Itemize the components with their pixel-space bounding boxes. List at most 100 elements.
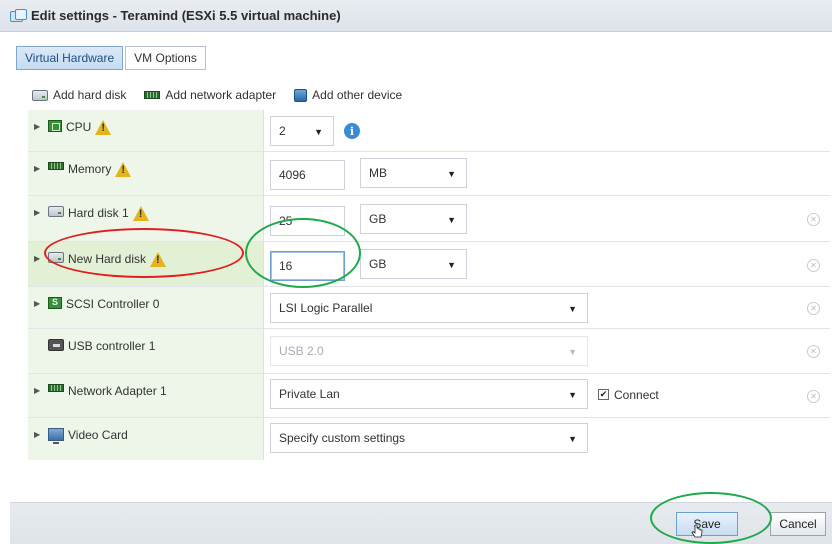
add-network-adapter-label: Add network adapter <box>165 88 277 102</box>
warning-icon <box>132 206 150 221</box>
chevron-down-icon: ▼ <box>568 434 577 444</box>
hardware-row-video-card: ▶ Video Card Specify custom settings ▼ <box>28 418 830 460</box>
row-label-scsi-controller[interactable]: ▶ SCSI Controller 0 <box>28 287 264 328</box>
network-adapter-icon <box>48 384 64 392</box>
chevron-down-icon: ▼ <box>447 260 456 270</box>
new-hard-disk-size: 16 <box>279 259 293 273</box>
add-other-device-button[interactable]: Add other device <box>294 88 402 102</box>
hard-disk-1-size: 25 <box>279 214 293 228</box>
new-hard-disk-size-input[interactable]: 16 <box>270 251 345 281</box>
hard-disk-1-unit: GB <box>369 212 387 226</box>
chevron-down-icon: ▼ <box>447 169 456 179</box>
video-card-label: Video Card <box>68 428 128 442</box>
hardware-row-usb-controller: USB controller 1 USB 2.0 ▼ ✕ <box>28 329 830 374</box>
scsi-controller-icon <box>48 297 62 309</box>
network-value: Private Lan <box>279 387 340 401</box>
hard-disk-1-unit-select[interactable]: GB ▼ <box>360 204 467 234</box>
hard-disk-1-size-input[interactable]: 25 <box>270 206 345 236</box>
expand-arrow-icon[interactable]: ▶ <box>34 162 44 176</box>
usb-controller-type-select: USB 2.0 ▼ <box>270 336 588 366</box>
expand-arrow-icon[interactable]: ▶ <box>34 120 44 134</box>
tab-virtual-hardware[interactable]: Virtual Hardware <box>16 46 124 70</box>
expand-arrow-icon[interactable]: ▶ <box>34 384 44 398</box>
info-icon[interactable]: i <box>344 123 360 139</box>
scsi-controller-label: SCSI Controller 0 <box>66 297 160 311</box>
hard-disk-icon <box>48 252 64 263</box>
add-hard-disk-button[interactable]: Add hard disk <box>32 88 126 102</box>
virtual-machine-icon <box>10 8 27 23</box>
device-toolbar: Add hard disk Add network adapter Add ot… <box>32 88 402 102</box>
chevron-down-icon: ▼ <box>568 390 577 400</box>
row-label-hard-disk-1[interactable]: ▶ Hard disk 1 <box>28 196 264 241</box>
remove-device-icon[interactable]: ✕ <box>807 213 820 226</box>
hard-disk-icon <box>32 89 48 101</box>
chevron-down-icon: ▼ <box>568 347 577 357</box>
network-select[interactable]: Private Lan ▼ <box>270 379 588 409</box>
chevron-down-icon: ▼ <box>314 127 323 137</box>
row-label-network-adapter[interactable]: ▶ Network Adapter 1 <box>28 374 264 417</box>
memory-value: 4096 <box>279 168 306 182</box>
network-adapter-icon <box>144 91 161 99</box>
remove-device-icon[interactable]: ✕ <box>807 302 820 315</box>
chevron-down-icon: ▼ <box>568 304 577 314</box>
dialog-title: Edit settings - Teramind (ESXi 5.5 virtu… <box>31 8 341 23</box>
save-button[interactable]: Save <box>676 512 738 536</box>
hard-disk-icon <box>48 206 64 217</box>
tab-vm-options[interactable]: VM Options <box>125 46 206 70</box>
cpu-select[interactable]: 2 ▼ <box>270 116 334 146</box>
video-card-settings: Specify custom settings <box>279 431 406 445</box>
usb-controller-label: USB controller 1 <box>68 339 156 353</box>
warning-icon <box>95 120 112 135</box>
memory-icon <box>48 162 64 170</box>
warning-icon <box>115 162 132 177</box>
connect-checkbox[interactable]: ✔ <box>598 389 609 400</box>
network-adapter-label: Network Adapter 1 <box>68 384 167 398</box>
dialog-footer: Save Cancel <box>10 502 832 544</box>
memory-label: Memory <box>68 162 112 176</box>
connect-label: Connect <box>614 388 659 402</box>
expand-arrow-icon[interactable]: ▶ <box>34 297 44 311</box>
expand-arrow-icon[interactable]: ▶ <box>34 252 44 266</box>
memory-unit-select[interactable]: MB ▼ <box>360 158 467 188</box>
hard-disk-1-label: Hard disk 1 <box>68 206 129 220</box>
add-network-adapter-button[interactable]: Add network adapter <box>144 88 276 102</box>
remove-device-icon[interactable]: ✕ <box>807 345 820 358</box>
new-hard-disk-unit-select[interactable]: GB ▼ <box>360 249 467 279</box>
expand-arrow-icon[interactable]: ▶ <box>34 206 44 220</box>
memory-input[interactable]: 4096 <box>270 160 345 190</box>
cpu-value: 2 <box>279 124 286 138</box>
hardware-row-memory: ▶ Memory 4096 MB ▼ <box>28 152 830 196</box>
dialog-titlebar: Edit settings - Teramind (ESXi 5.5 virtu… <box>0 0 832 32</box>
expand-arrow-icon[interactable]: ▶ <box>34 428 44 442</box>
warning-icon <box>150 252 167 267</box>
hardware-row-new-hard-disk: ▶ New Hard disk 16 GB ▼ ✕ <box>28 242 830 287</box>
scsi-controller-type-select[interactable]: LSI Logic Parallel ▼ <box>270 293 588 323</box>
new-hard-disk-unit: GB <box>369 257 387 271</box>
add-other-device-label: Add other device <box>312 88 403 102</box>
remove-device-icon[interactable]: ✕ <box>807 259 820 272</box>
row-label-new-hard-disk[interactable]: ▶ New Hard disk <box>28 242 264 286</box>
video-card-icon <box>48 428 64 444</box>
hardware-row-cpu: ▶ CPU 2 ▼ i <box>28 110 830 152</box>
cpu-icon <box>48 120 62 132</box>
cpu-label: CPU <box>66 120 92 134</box>
row-label-memory[interactable]: ▶ Memory <box>28 152 264 195</box>
hardware-row-network-adapter: ▶ Network Adapter 1 Private Lan ▼ ✔ Conn… <box>28 374 830 418</box>
tab-bar: Virtual Hardware VM Options <box>16 46 206 70</box>
chevron-down-icon: ▼ <box>447 215 456 225</box>
remove-device-icon[interactable]: ✕ <box>807 390 820 403</box>
scsi-controller-type: LSI Logic Parallel <box>279 301 373 315</box>
usb-controller-icon <box>48 339 64 351</box>
memory-unit: MB <box>369 166 387 180</box>
hand-cursor-icon <box>691 524 703 538</box>
add-hard-disk-label: Add hard disk <box>53 88 127 102</box>
new-hard-disk-label: New Hard disk <box>68 252 147 266</box>
device-icon <box>294 88 308 102</box>
usb-controller-type: USB 2.0 <box>279 344 324 358</box>
video-card-settings-select[interactable]: Specify custom settings ▼ <box>270 423 588 453</box>
row-label-video-card[interactable]: ▶ Video Card <box>28 418 264 460</box>
cancel-button[interactable]: Cancel <box>770 512 826 536</box>
row-label-usb-controller: USB controller 1 <box>28 329 264 373</box>
row-label-cpu[interactable]: ▶ CPU <box>28 110 264 151</box>
hardware-row-hard-disk-1: ▶ Hard disk 1 25 GB ▼ ✕ <box>28 196 830 242</box>
